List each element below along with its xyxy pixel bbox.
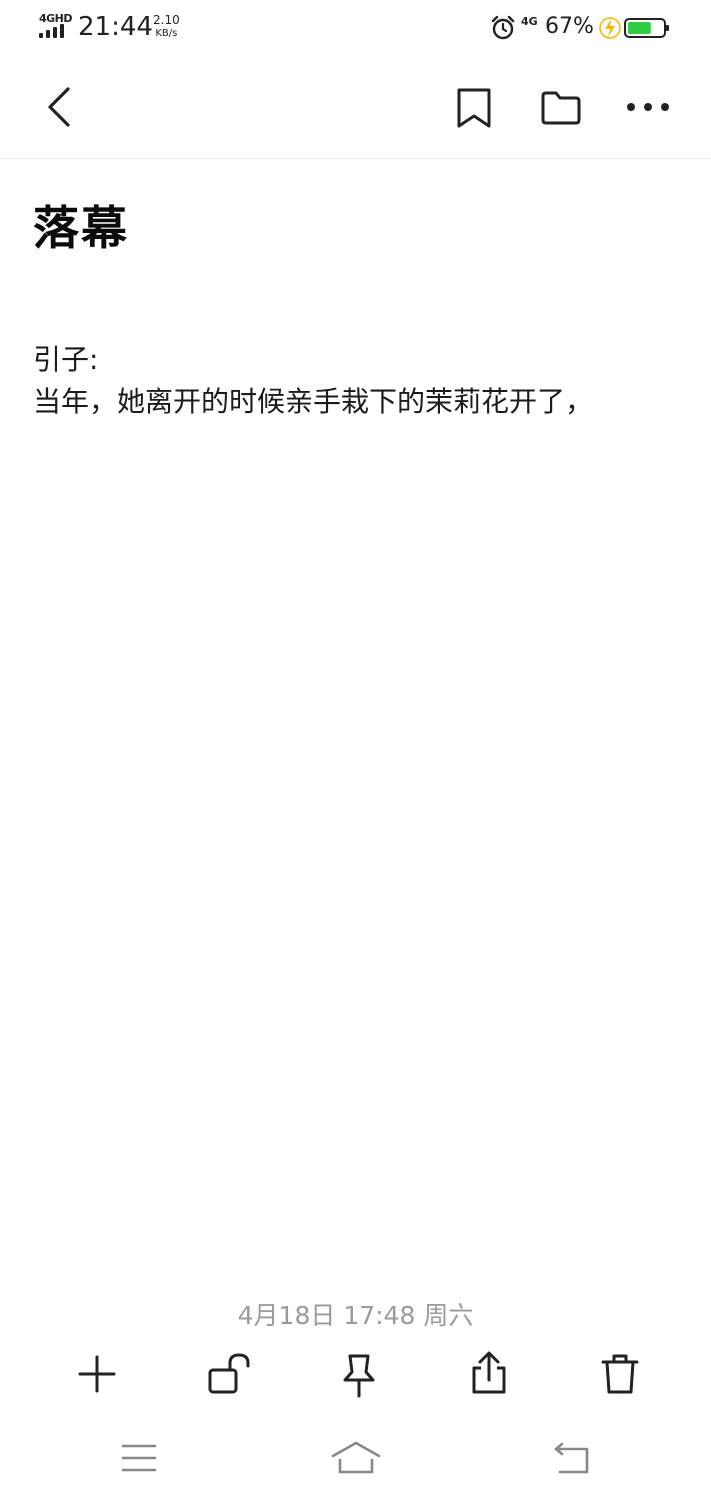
battery-icon bbox=[624, 18, 669, 38]
signal-icon bbox=[39, 24, 69, 38]
status-bar: 4GHD 21:44 2.10 KB/s 4G 67% bbox=[0, 0, 711, 56]
note-timestamp: 4月18日 17:48 周六 bbox=[237, 1301, 474, 1330]
folder-icon[interactable] bbox=[540, 90, 582, 126]
bookmark-icon[interactable] bbox=[455, 86, 493, 130]
back-arrow-icon[interactable] bbox=[552, 1440, 592, 1476]
battery-percent: 67% bbox=[545, 14, 594, 39]
menu-icon[interactable] bbox=[120, 1442, 158, 1474]
chevron-left-icon[interactable] bbox=[40, 84, 80, 130]
unlock-icon[interactable] bbox=[207, 1352, 253, 1396]
charging-icon bbox=[599, 17, 621, 39]
speed-unit: KB/s bbox=[155, 28, 178, 39]
app-bar bbox=[0, 56, 711, 159]
pin-icon[interactable] bbox=[339, 1352, 379, 1398]
note-body-line-1[interactable]: 引子: bbox=[33, 338, 98, 378]
alarm-icon bbox=[491, 15, 515, 40]
plus-icon[interactable] bbox=[77, 1354, 117, 1394]
trash-icon[interactable] bbox=[600, 1352, 640, 1396]
note-body-line-2[interactable]: 当年，她离开的时候亲手栽下的茉莉花开了， bbox=[33, 380, 593, 420]
share-icon[interactable] bbox=[469, 1350, 509, 1396]
network-speed: 2.10 KB/s bbox=[153, 14, 180, 40]
home-icon[interactable] bbox=[330, 1440, 382, 1476]
note-title[interactable]: 落幕 bbox=[33, 192, 129, 258]
clock: 21:44 bbox=[78, 12, 153, 42]
network-type-right: 4G bbox=[521, 15, 538, 28]
speed-value: 2.10 bbox=[153, 13, 180, 27]
more-icon[interactable] bbox=[625, 100, 671, 114]
